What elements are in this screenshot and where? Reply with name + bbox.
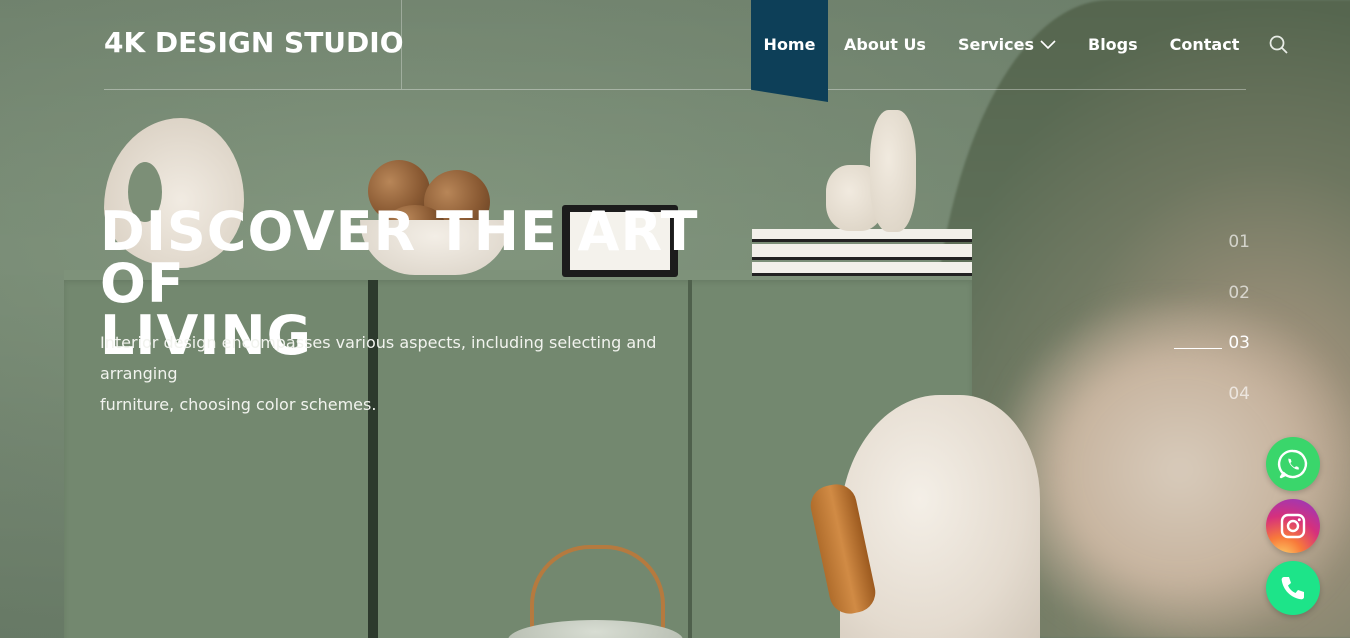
- search-icon: [1269, 35, 1288, 54]
- hero-title-line-1: DISCOVER THE ART OF: [100, 200, 699, 315]
- slide-number-2[interactable]: 02: [1170, 283, 1250, 311]
- slide-number-3[interactable]: 03: [1170, 333, 1250, 361]
- whatsapp-icon: [1277, 449, 1308, 479]
- nav-about-us[interactable]: About Us: [828, 0, 942, 89]
- instagram-button[interactable]: [1266, 499, 1320, 553]
- nav-blogs[interactable]: Blogs: [1072, 0, 1154, 89]
- hero-description-line-1: Interior design encompasses various aspe…: [100, 333, 657, 383]
- nav-services-label: Services: [957, 35, 1034, 54]
- slide-number-3-label: 03: [1228, 333, 1250, 353]
- whatsapp-button[interactable]: [1266, 437, 1320, 491]
- phone-button[interactable]: [1266, 561, 1320, 615]
- phone-icon: [1281, 577, 1304, 600]
- search-button[interactable]: [1255, 0, 1289, 89]
- slide-number-4[interactable]: 04: [1170, 384, 1250, 412]
- site-logo[interactable]: 4K DESIGN STUDIO: [104, 26, 404, 59]
- hero-description: Interior design encompasses various aspe…: [100, 327, 700, 420]
- header-divider: [104, 89, 1246, 90]
- book: [752, 244, 972, 260]
- nav-contact[interactable]: Contact: [1154, 0, 1256, 89]
- nav-services[interactable]: Services: [942, 0, 1072, 89]
- candle: [870, 110, 916, 232]
- hero-description-line-2: furniture, choosing color schemes.: [100, 395, 377, 414]
- slide-number-1[interactable]: 01: [1170, 232, 1250, 260]
- chevron-down-icon: [1040, 39, 1056, 49]
- instagram-icon: [1280, 513, 1306, 539]
- nav-home[interactable]: Home: [751, 0, 828, 102]
- main-nav: Home About Us Services Blogs Contact: [751, 0, 1289, 102]
- active-slide-indicator: [1174, 348, 1222, 349]
- book: [752, 262, 972, 276]
